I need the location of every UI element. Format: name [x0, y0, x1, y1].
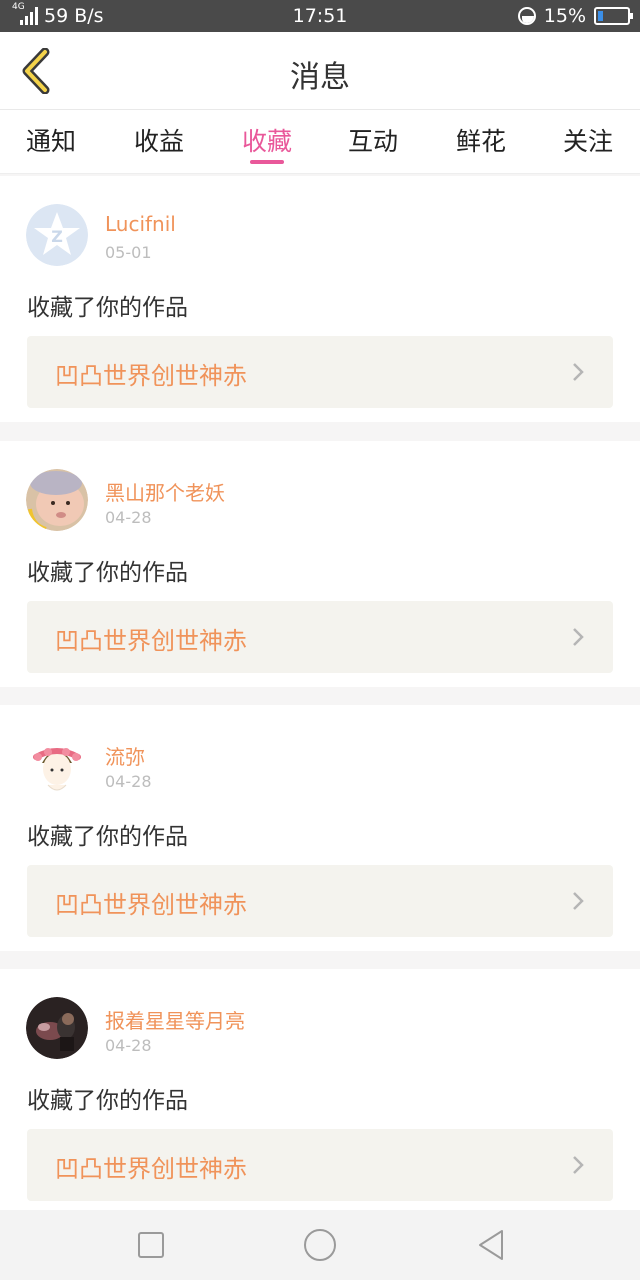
tab-interactions[interactable]: 互动: [333, 122, 413, 158]
chevron-right-icon: [573, 628, 584, 646]
circle-home-icon: [304, 1229, 336, 1261]
home-button[interactable]: [303, 1228, 337, 1262]
do-not-disturb-icon: [517, 7, 536, 25]
dark-photo-avatar[interactable]: [26, 997, 88, 1059]
message-card: 流弥 04-28 收藏了你的作品 凹凸世界创世神赤: [0, 705, 640, 951]
cartoon-girl-avatar[interactable]: [26, 733, 88, 795]
message-date: 04-28: [105, 508, 152, 527]
system-nav-bar: [0, 1210, 640, 1280]
tab-bar: 通知 收益 收藏 互动 鲜花 关注: [0, 110, 640, 174]
app-header: 消息: [0, 32, 640, 110]
work-link[interactable]: 凹凸世界创世神赤: [27, 336, 613, 408]
status-right: 15%: [517, 0, 633, 32]
message-date: 04-28: [105, 772, 152, 791]
back-nav-button[interactable]: [474, 1228, 508, 1262]
username[interactable]: Lucifnil: [105, 212, 176, 236]
battery-icon: [594, 7, 633, 25]
action-text: 收藏了你的作品: [27, 1088, 188, 1114]
username[interactable]: 报着星星等月亮: [105, 1005, 245, 1034]
triangle-back-icon: [479, 1230, 503, 1260]
tab-notifications[interactable]: 通知: [11, 122, 91, 158]
recents-button[interactable]: [134, 1228, 168, 1262]
work-link[interactable]: 凹凸世界创世神赤: [27, 601, 613, 673]
message-date: 05-01: [105, 243, 152, 262]
tab-flowers[interactable]: 鲜花: [441, 122, 521, 158]
page-title: 消息: [290, 60, 350, 95]
work-title: 凹凸世界创世神赤: [55, 627, 247, 655]
baby-photo-avatar[interactable]: [26, 469, 88, 531]
username[interactable]: 黑山那个老妖: [105, 477, 225, 506]
svg-text:Z: Z: [51, 227, 63, 246]
active-tab-indicator: [250, 160, 284, 164]
square-recents-icon: [138, 1232, 164, 1258]
chevron-right-icon: [573, 892, 584, 910]
message-card: 黑山那个老妖 04-28 收藏了你的作品 凹凸世界创世神赤: [0, 441, 640, 687]
tab-favorites[interactable]: 收藏: [227, 122, 307, 158]
battery-percent: 15%: [543, 5, 586, 27]
qq-default-avatar[interactable]: Z: [26, 204, 88, 266]
work-title: 凹凸世界创世神赤: [55, 1155, 247, 1183]
action-text: 收藏了你的作品: [27, 560, 188, 586]
message-card: Z Lucifnil 05-01 收藏了你的作品 凹凸世界创世神赤: [0, 176, 640, 422]
work-title: 凹凸世界创世神赤: [55, 362, 247, 390]
work-link[interactable]: 凹凸世界创世神赤: [27, 1129, 613, 1201]
tab-follows[interactable]: 关注: [548, 122, 628, 158]
username[interactable]: 流弥: [105, 741, 145, 770]
work-title: 凹凸世界创世神赤: [55, 891, 247, 919]
action-text: 收藏了你的作品: [27, 824, 188, 850]
tab-earnings[interactable]: 收益: [119, 122, 199, 158]
message-date: 04-28: [105, 1036, 152, 1055]
message-card: 报着星星等月亮 04-28 收藏了你的作品 凹凸世界创世神赤: [0, 969, 640, 1215]
status-bar: 4G 59 B/s 17:51 15%: [0, 0, 640, 32]
chevron-right-icon: [573, 1156, 584, 1174]
action-text: 收藏了你的作品: [27, 295, 188, 321]
work-link[interactable]: 凹凸世界创世神赤: [27, 865, 613, 937]
chevron-right-icon: [573, 363, 584, 381]
